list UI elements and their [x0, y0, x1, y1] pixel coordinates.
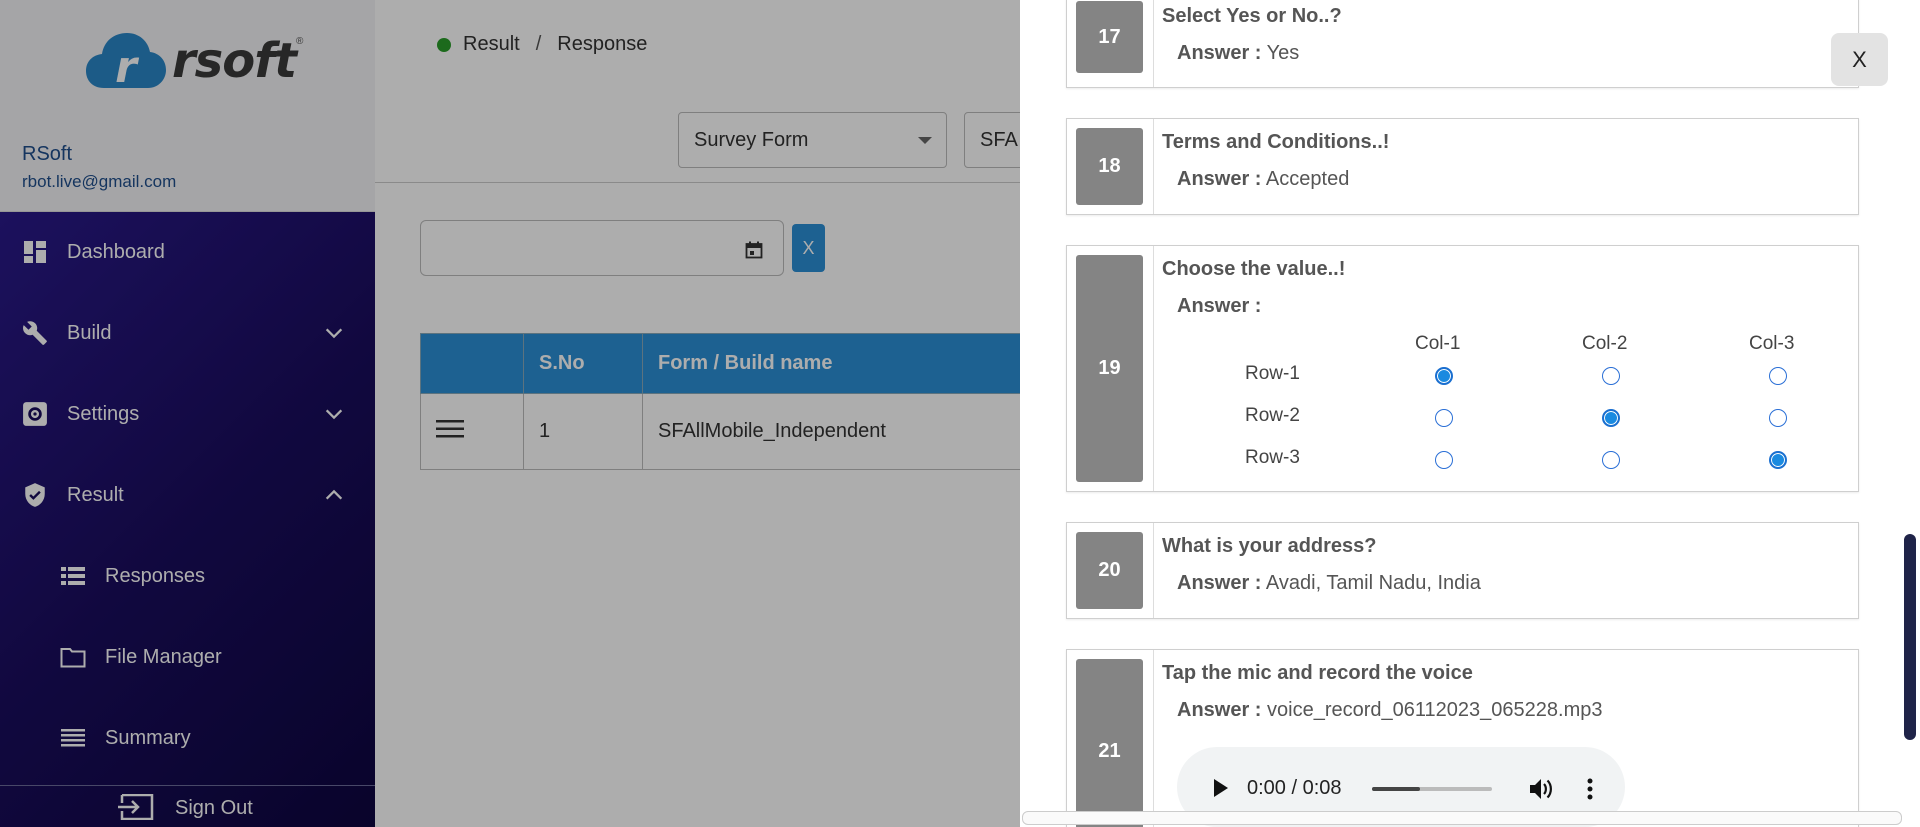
audio-time: 0:00 / 0:08 [1247, 777, 1342, 799]
grid-radio-r3-c3[interactable] [1769, 451, 1787, 469]
answer-line: Answer : [1177, 295, 1261, 318]
answer-line: Answer : Avadi, Tamil Nadu, India [1177, 572, 1481, 595]
grid-radio-r3-c2[interactable] [1602, 451, 1620, 469]
grid-radio-r1-c2[interactable] [1602, 367, 1620, 385]
divider [1153, 119, 1154, 214]
horizontal-scrollbar[interactable] [1022, 811, 1902, 825]
answer-label: Answer : [1177, 699, 1262, 721]
question-card-21: 21 Tap the mic and record the voice Answ… [1066, 649, 1859, 827]
grid-radio-r1-c1[interactable] [1435, 367, 1453, 385]
question-number: 18 [1076, 128, 1143, 205]
divider [1153, 246, 1154, 491]
question-number: 20 [1076, 532, 1143, 609]
grid-radio-r3-c1[interactable] [1435, 451, 1453, 469]
grid-column-header: Col-3 [1749, 333, 1795, 354]
answer-label: Answer : [1177, 168, 1262, 190]
answer-value: voice_record_06112023_065228.mp3 [1267, 699, 1603, 721]
answer-value: Accepted [1265, 168, 1350, 190]
play-icon[interactable] [1214, 779, 1228, 797]
question-card-18: 18 Terms and Conditions..! Answer : Acce… [1066, 118, 1859, 215]
audio-seek-slider[interactable] [1372, 787, 1492, 791]
question-text: Select Yes or No..? [1162, 5, 1342, 27]
question-number: 21 [1076, 659, 1143, 827]
grid-row-label: Row-3 [1245, 447, 1300, 468]
question-text: What is your address? [1162, 535, 1377, 557]
more-options-icon[interactable] [1585, 777, 1595, 801]
vertical-scrollbar-thumb[interactable] [1904, 534, 1916, 740]
divider [1153, 650, 1154, 827]
response-detail-drawer: 17 Select Yes or No..? Answer : Yes 18 T… [1020, 0, 1920, 827]
question-number: 17 [1076, 1, 1143, 73]
question-number: 19 [1076, 255, 1143, 482]
answer-label: Answer : [1177, 42, 1262, 64]
grid-radio-r2-c1[interactable] [1435, 409, 1453, 427]
grid-radio-r2-c3[interactable] [1769, 409, 1787, 427]
grid-column-header: Col-1 [1415, 333, 1461, 354]
answer-value: Avadi, Tamil Nadu, India [1265, 572, 1481, 594]
audio-progress-fill [1372, 787, 1420, 791]
answer-label: Answer : [1177, 295, 1262, 317]
divider [1153, 523, 1154, 618]
grid-column-header: Col-2 [1582, 333, 1628, 354]
grid-radio-r1-c3[interactable] [1769, 367, 1787, 385]
question-card-17: 17 Select Yes or No..? Answer : Yes [1066, 0, 1859, 88]
question-text: Tap the mic and record the voice [1162, 662, 1473, 684]
grid-row-label: Row-2 [1245, 405, 1300, 426]
volume-icon[interactable] [1529, 777, 1555, 801]
answer-line: Answer : Yes [1177, 42, 1299, 65]
question-card-19: 19 Choose the value..! Answer : Col-1 Co… [1066, 245, 1859, 492]
divider [1153, 0, 1154, 87]
close-button[interactable]: X [1831, 33, 1888, 86]
answer-label: Answer : [1177, 572, 1262, 594]
grid-row-label: Row-1 [1245, 363, 1300, 384]
question-card-20: 20 What is your address? Answer : Avadi,… [1066, 522, 1859, 619]
answer-value: Yes [1266, 42, 1300, 64]
answer-line: Answer : Accepted [1177, 168, 1349, 191]
question-text: Terms and Conditions..! [1162, 131, 1390, 153]
question-text: Choose the value..! [1162, 258, 1346, 280]
answer-line: Answer : voice_record_06112023_065228.mp… [1177, 699, 1602, 722]
grid-radio-r2-c2[interactable] [1602, 409, 1620, 427]
